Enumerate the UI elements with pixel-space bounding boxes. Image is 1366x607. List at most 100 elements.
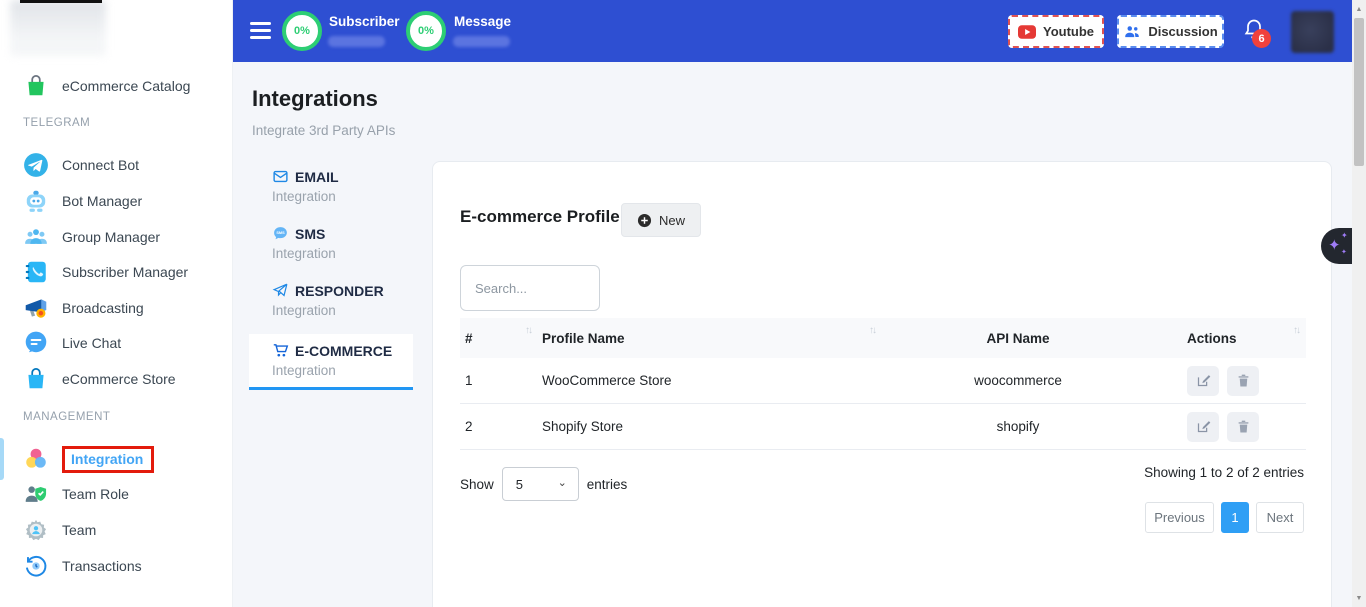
- subnav-item-ecommerce[interactable]: E-COMMERCE Integration: [249, 334, 413, 390]
- page-title: Integrations: [252, 86, 378, 112]
- edit-icon: [1196, 419, 1211, 434]
- sidebar-item-group-manager[interactable]: Group Manager: [0, 222, 233, 252]
- message-progress-circle: 0%: [406, 11, 446, 51]
- shopping-bag-icon: [23, 73, 49, 99]
- sort-icon[interactable]: ↑↓: [1293, 325, 1299, 336]
- youtube-icon: [1018, 25, 1036, 39]
- sort-icon[interactable]: ↑↓: [525, 325, 531, 336]
- hamburger-menu-icon[interactable]: [250, 22, 271, 39]
- sidebar-item-ecommerce-store[interactable]: eCommerce Store: [0, 364, 233, 394]
- paper-plane-icon: [272, 282, 289, 299]
- sidebar-item-ecommerce-catalog[interactable]: eCommerce Catalog: [0, 71, 233, 101]
- sidebar-item-label: eCommerce Store: [62, 371, 176, 387]
- scroll-up-arrow-icon[interactable]: ▲: [1352, 2, 1366, 16]
- vertical-scrollbar[interactable]: ▲ ▼: [1352, 0, 1366, 607]
- notification-bell-icon[interactable]: 6: [1242, 17, 1268, 47]
- column-header-api-name[interactable]: API Name: [868, 331, 1168, 346]
- main-content: Integrations Integrate 3rd Party APIs EM…: [233, 62, 1352, 607]
- subscriber-stat-label: Subscriber: [329, 14, 400, 29]
- ai-assistant-fab[interactable]: ✦ ✦ ✦: [1321, 228, 1352, 264]
- subnav-ecommerce-title: E-COMMERCE: [295, 343, 392, 359]
- discussion-button[interactable]: Discussion: [1117, 15, 1224, 48]
- sidebar: eCommerce Catalog TELEGRAM Connect Bot B…: [0, 0, 233, 607]
- sidebar-item-subscriber-manager[interactable]: Subscriber Manager: [0, 257, 233, 287]
- sidebar-item-label: Broadcasting: [62, 300, 144, 316]
- scroll-down-arrow-icon[interactable]: ▼: [1352, 591, 1366, 605]
- sidebar-item-team[interactable]: Team: [0, 515, 233, 545]
- sidebar-item-integration[interactable]: Integration: [0, 444, 233, 474]
- sidebar-item-label-integration: Integration: [62, 446, 154, 473]
- subnav-sms-title: SMS: [295, 226, 325, 242]
- sidebar-item-label: Bot Manager: [62, 193, 142, 209]
- row-profile-name: WooCommerce Store: [537, 373, 868, 388]
- previous-page-button[interactable]: Previous: [1145, 502, 1214, 533]
- column-header-profile-name[interactable]: Profile Name: [537, 331, 868, 346]
- edit-button[interactable]: [1187, 366, 1219, 396]
- subscriber-progress-value: 0%: [294, 25, 310, 37]
- plus-circle-icon: [637, 213, 652, 228]
- envelope-icon: [272, 168, 289, 185]
- delete-button[interactable]: [1227, 366, 1259, 396]
- subnav-responder-subtitle: Integration: [249, 303, 413, 318]
- sidebar-item-label: Live Chat: [62, 335, 121, 351]
- message-stat-blurred-value: [453, 36, 510, 47]
- scrollbar-thumb[interactable]: [1354, 18, 1364, 166]
- edit-button[interactable]: [1187, 412, 1219, 442]
- sidebar-item-team-role[interactable]: Team Role: [0, 479, 233, 509]
- sidebar-item-label: Connect Bot: [62, 157, 139, 173]
- sidebar-section-management: MANAGEMENT: [23, 411, 110, 423]
- sidebar-section-telegram: TELEGRAM: [23, 117, 90, 129]
- page-size-select[interactable]: 5 ⌄: [502, 467, 579, 501]
- sidebar-item-label: Transactions: [62, 558, 142, 574]
- gear-user-icon: [23, 517, 49, 543]
- column-header-actions[interactable]: Actions: [1168, 331, 1306, 346]
- sidebar-item-transactions[interactable]: Transactions: [0, 551, 233, 581]
- message-stat-label: Message: [454, 14, 511, 29]
- discussion-button-label: Discussion: [1148, 24, 1217, 39]
- next-page-button[interactable]: Next: [1256, 502, 1304, 533]
- subnav-item-responder[interactable]: RESPONDER Integration: [249, 282, 413, 318]
- trash-icon: [1236, 373, 1251, 388]
- sidebar-item-live-chat[interactable]: Live Chat: [0, 328, 233, 358]
- search-input[interactable]: [460, 265, 600, 311]
- sidebar-item-connect-bot[interactable]: Connect Bot: [0, 150, 233, 180]
- subnav-item-sms[interactable]: SMS SMS Integration: [249, 225, 413, 261]
- topbar: 0% Subscriber 0% Message Youtube Discuss…: [233, 0, 1352, 62]
- table-header: # Profile Name API Name Actions: [460, 318, 1306, 358]
- subnav-item-email[interactable]: EMAIL Integration: [249, 168, 413, 204]
- telegram-icon: [23, 152, 49, 178]
- chat-bubble-icon: [23, 330, 49, 356]
- sort-icon[interactable]: ↑↓: [869, 325, 875, 336]
- user-group-icon: [23, 224, 49, 250]
- sidebar-item-broadcasting[interactable]: Broadcasting: [0, 293, 233, 323]
- entries-summary: Showing 1 to 2 of 2 entries: [1144, 465, 1304, 480]
- delete-button[interactable]: [1227, 412, 1259, 442]
- megaphone-icon: [23, 295, 49, 321]
- youtube-button[interactable]: Youtube: [1008, 15, 1104, 48]
- row-num: 2: [460, 419, 537, 434]
- sidebar-item-bot-manager[interactable]: Bot Manager: [0, 186, 233, 216]
- sidebar-item-label: Team: [62, 522, 96, 538]
- table-row: 2 Shopify Store shopify: [460, 404, 1306, 450]
- new-button[interactable]: New: [621, 203, 701, 237]
- panel-title: E-commerce Profile: [460, 207, 620, 227]
- sparkles-icon: ✦: [1328, 236, 1341, 254]
- subnav-responder-title: RESPONDER: [295, 283, 384, 299]
- subnav-email-subtitle: Integration: [249, 189, 413, 204]
- page-subtitle: Integrate 3rd Party APIs: [252, 123, 395, 138]
- row-api-name: shopify: [868, 419, 1168, 434]
- sparkle-tiny-icon: ✦: [1341, 248, 1347, 256]
- contact-book-icon: [23, 259, 49, 285]
- robot-icon: [23, 188, 49, 214]
- discussion-people-icon: [1123, 24, 1141, 39]
- pagination: Previous 1 Next: [1145, 502, 1304, 533]
- sidebar-item-label: Subscriber Manager: [62, 264, 188, 280]
- sidebar-item-label: Group Manager: [62, 229, 160, 245]
- sidebar-item-label: Team Role: [62, 486, 129, 502]
- trash-icon: [1236, 419, 1251, 434]
- ecommerce-profile-card: E-commerce Profile New # Profile Name AP…: [432, 161, 1332, 607]
- subscriber-progress-circle: 0%: [282, 11, 322, 51]
- page-1-button[interactable]: 1: [1221, 502, 1249, 533]
- user-avatar[interactable]: [1291, 11, 1334, 53]
- row-api-name: woocommerce: [868, 373, 1168, 388]
